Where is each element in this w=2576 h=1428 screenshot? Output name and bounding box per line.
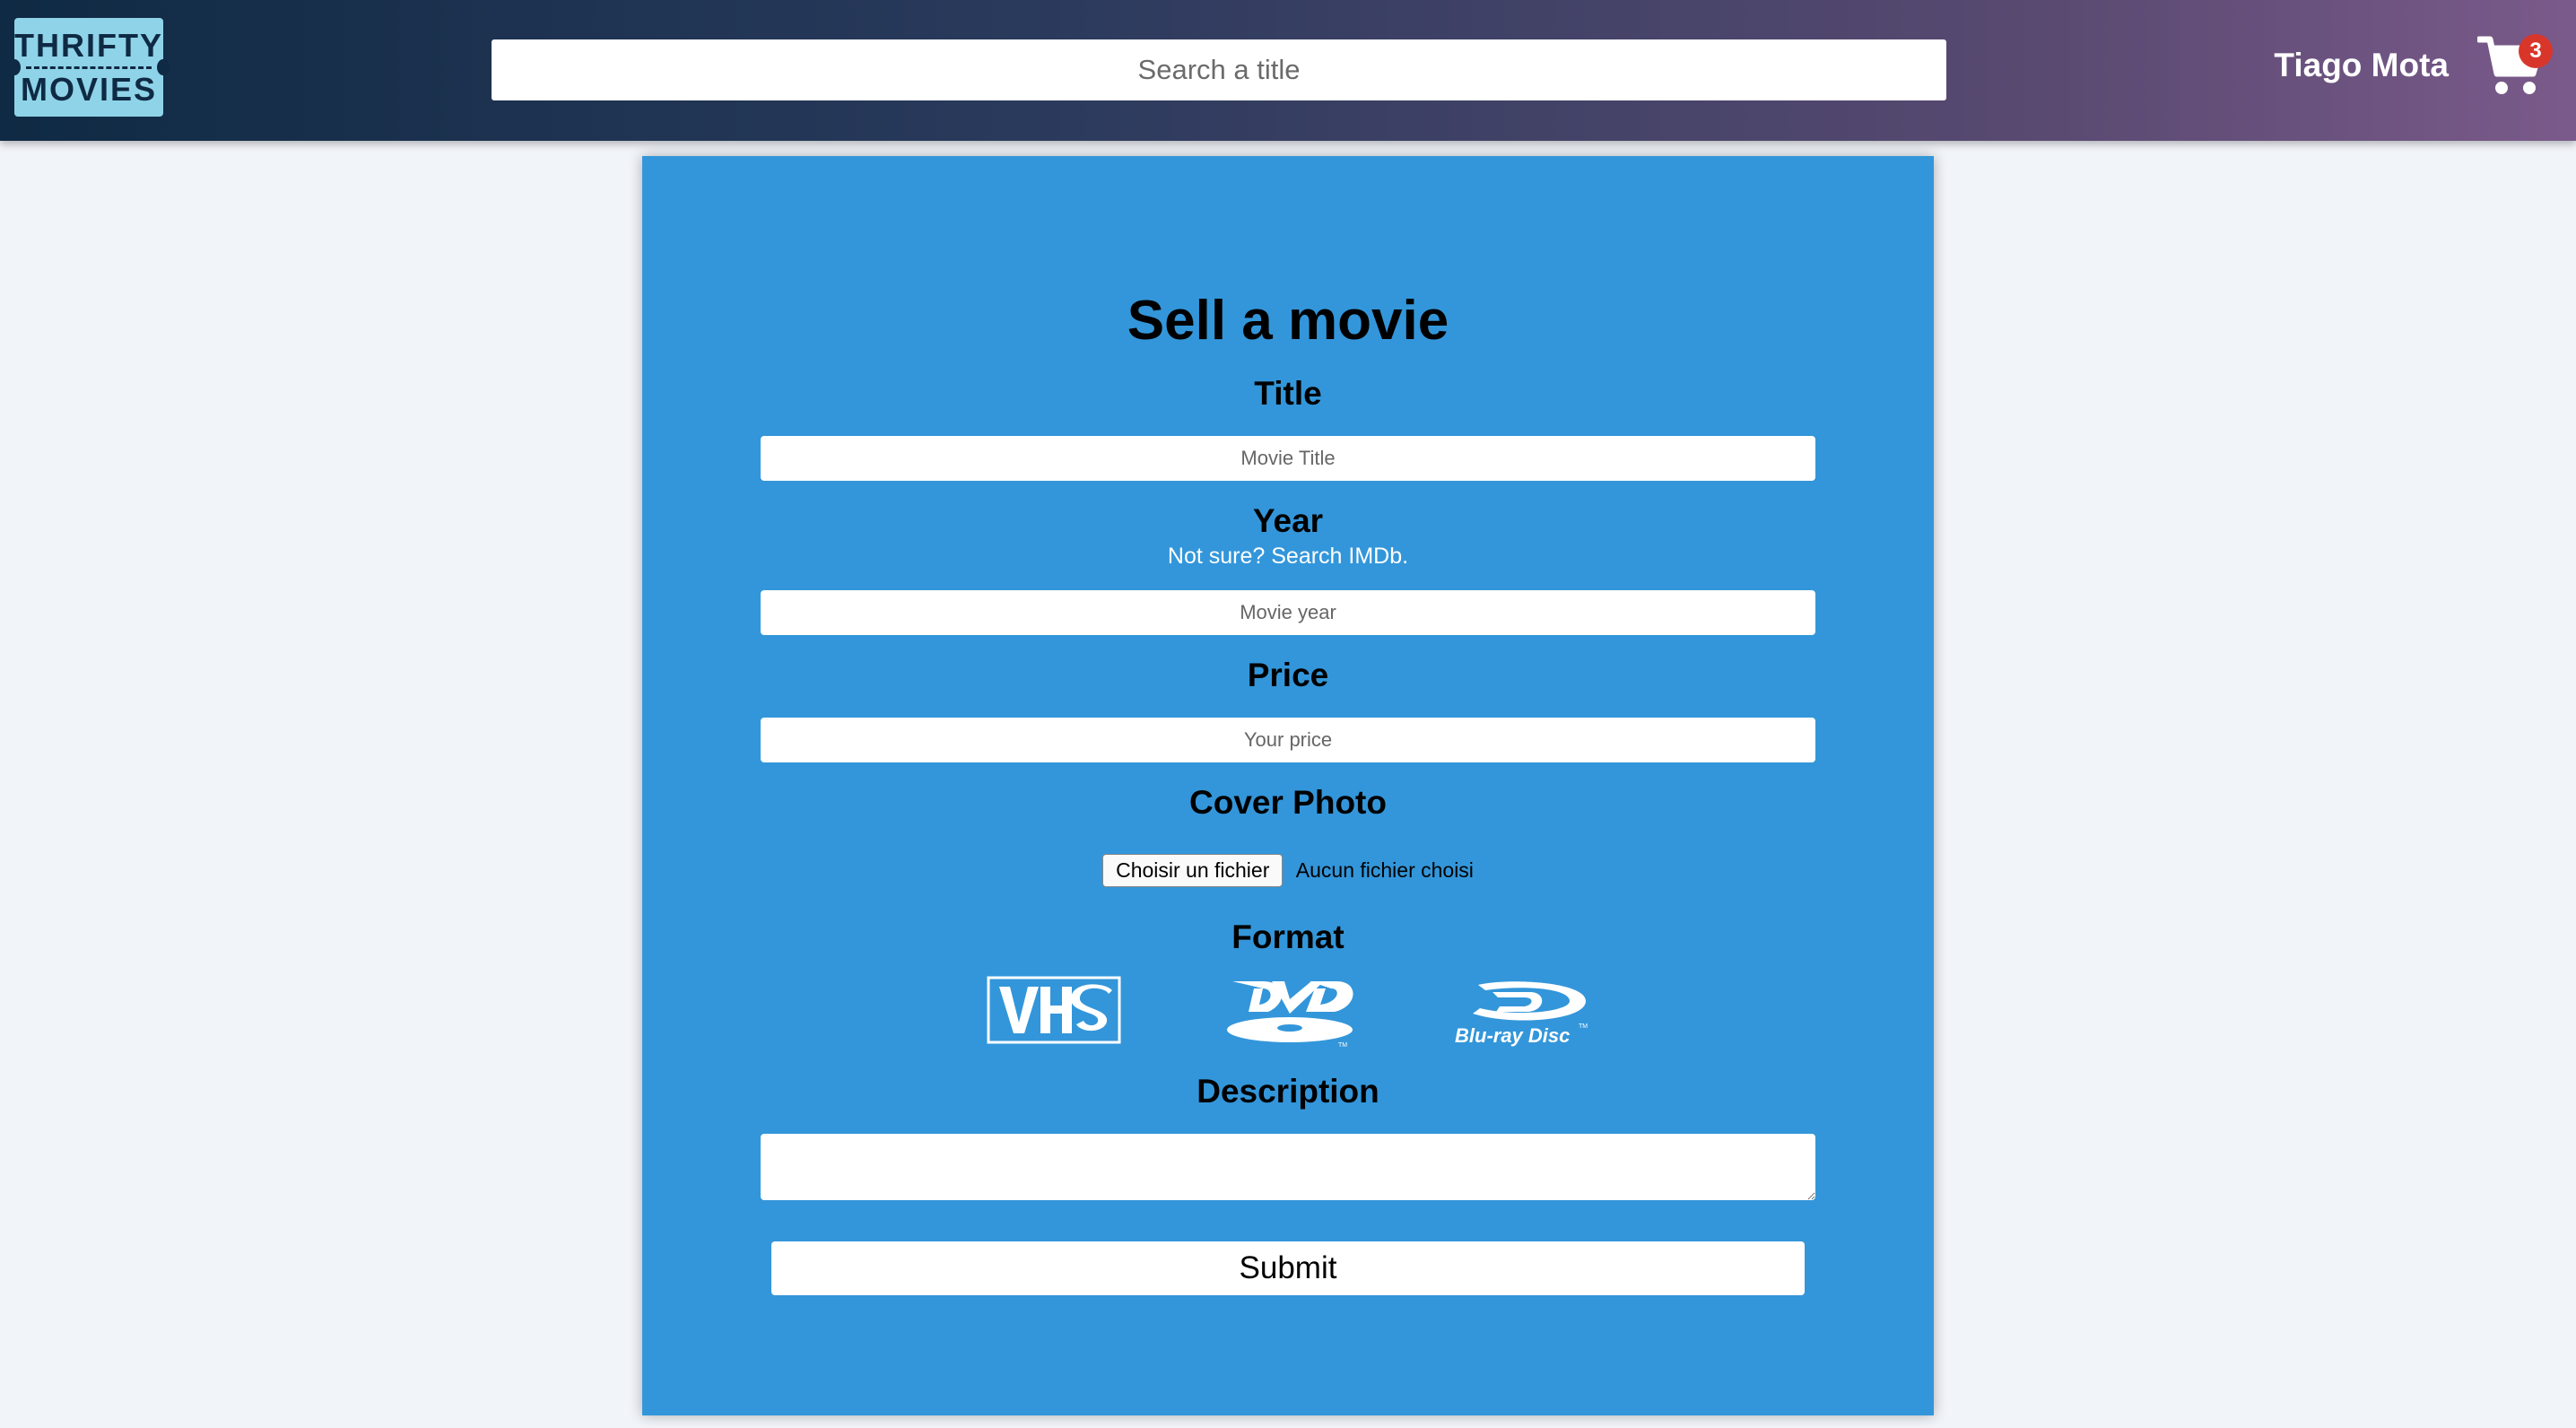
imdb-search-link[interactable]: Not sure? Search IMDb. (642, 544, 1934, 570)
thrifty-movies-logo[interactable]: THRIFTY MOVIES (8, 18, 170, 117)
top-navbar: THRIFTY MOVIES Tiago Mota (0, 0, 2576, 141)
movie-title-input[interactable] (761, 436, 1815, 481)
submit-button[interactable]: Submit (771, 1241, 1805, 1295)
description-label: Description (1197, 1073, 1379, 1110)
movie-year-input[interactable] (761, 590, 1815, 635)
logo-text-line2: MOVIES (20, 70, 158, 108)
file-status-text: Aucun fichier choisi (1295, 858, 1474, 882)
svg-text:Blu-ray Disc: Blu-ray Disc (1455, 1024, 1570, 1047)
dvd-logo-icon[interactable]: TM (1223, 976, 1356, 1048)
format-label: Format (1231, 919, 1345, 955)
search-input[interactable] (492, 39, 1946, 100)
user-name-link[interactable]: Tiago Mota (2274, 47, 2449, 84)
description-textarea[interactable] (761, 1134, 1815, 1200)
vhs-logo-icon[interactable] (987, 976, 1121, 1044)
logo-ticket-perforation (26, 65, 152, 69)
svg-text:TM: TM (1579, 1023, 1588, 1030)
cart-count-badge: 3 (2519, 34, 2553, 68)
svg-text:TM: TM (1338, 1042, 1347, 1048)
price-label: Price (1247, 657, 1329, 693)
price-input[interactable] (761, 718, 1815, 762)
page-title: Sell a movie (1127, 290, 1449, 352)
cover-photo-file-input: Choisir un fichier Aucun fichier choisi (642, 854, 1934, 887)
choose-file-button[interactable]: Choisir un fichier (1102, 854, 1284, 887)
sell-movie-form: Sell a movie Title Year Not sure? Search… (642, 156, 1934, 1415)
year-label: Year (1252, 502, 1324, 539)
bluray-logo-icon[interactable]: Blu-ray Disc TM (1453, 976, 1593, 1049)
cover-photo-label: Cover Photo (1189, 784, 1387, 821)
title-label: Title (1254, 375, 1322, 412)
logo-text-line1: THRIFTY (14, 26, 163, 64)
